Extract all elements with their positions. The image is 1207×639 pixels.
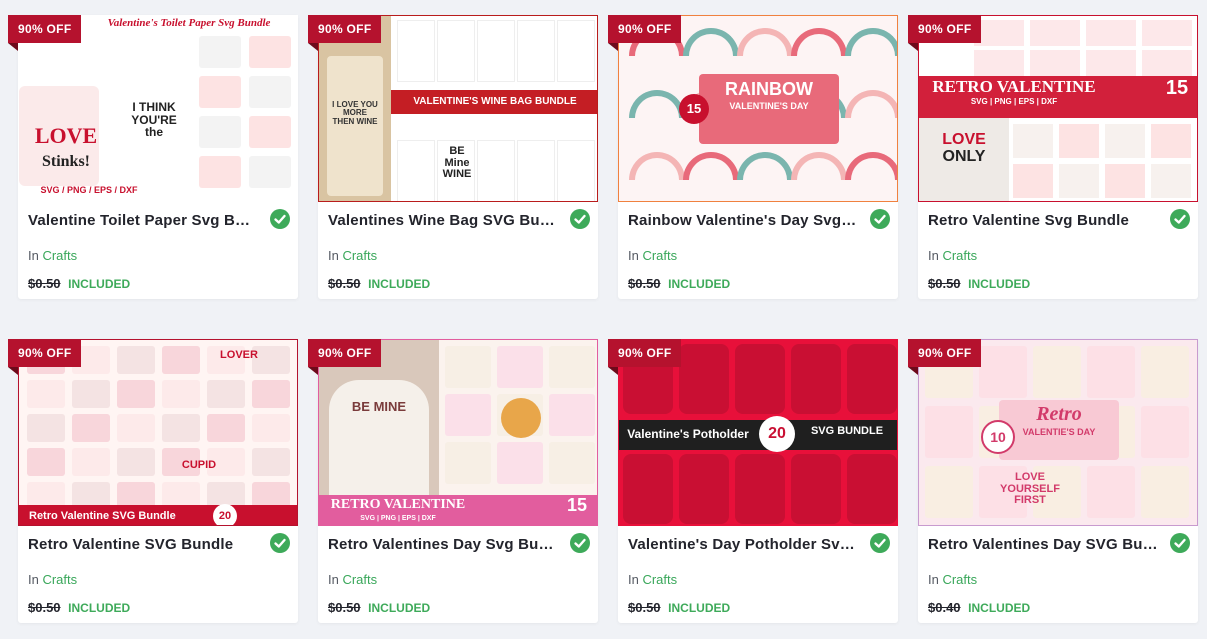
product-title[interactable]: Retro Valentines Day Svg Bundle xyxy=(328,536,558,553)
discount-badge: 90% OFF xyxy=(908,339,982,375)
discount-badge: 90% OFF xyxy=(8,339,82,375)
included-label: INCLUDED xyxy=(368,601,431,615)
check-icon xyxy=(1170,533,1190,553)
thumb-title: RETRO VALENTINE xyxy=(330,498,466,512)
product-title[interactable]: Valentine's Day Potholder Svg Bundle xyxy=(628,536,858,553)
category-link[interactable]: Crafts xyxy=(642,248,677,263)
product-title[interactable]: Valentines Wine Bag SVG Bundle xyxy=(328,212,558,229)
category-prefix: In xyxy=(28,248,39,263)
category-label: In Crafts xyxy=(28,572,77,587)
original-price: $0.50 xyxy=(628,276,661,291)
thumb-love-stinks: LOVE Stinks! xyxy=(34,124,98,171)
original-price: $0.40 xyxy=(928,600,961,615)
product-thumbnail[interactable]: RETRO VALENTINE SVG | PNG | EPS | DXF 15 LO… xyxy=(918,15,1198,202)
thumb-heading: Valentine's Toilet Paper Svg Bundle xyxy=(107,18,271,29)
check-icon xyxy=(1170,209,1190,229)
product-card[interactable]: Valentine's Toilet Paper Svg Bundle LOVE S… xyxy=(8,15,298,299)
discount-badge: 90% OFF xyxy=(8,15,82,51)
category-label: In Crafts xyxy=(628,572,677,587)
thumb-title: RETRO VALENTINE xyxy=(932,78,1096,96)
product-title[interactable]: Retro Valentine SVG Bundle xyxy=(28,536,258,553)
category-link[interactable]: Crafts xyxy=(42,572,77,587)
category-label: In Crafts xyxy=(628,248,677,263)
category-link[interactable]: Crafts xyxy=(942,572,977,587)
product-thumbnail[interactable]: LOVER CUPID Retro Valentine SVG Bundle 20 xyxy=(18,339,298,526)
check-icon xyxy=(570,533,590,553)
price-row: $0.50 INCLUDED xyxy=(328,276,430,291)
price-row: $0.50 INCLUDED xyxy=(28,600,130,615)
discount-badge: 90% OFF xyxy=(308,339,382,375)
category-label: In Crafts xyxy=(928,572,977,587)
discount-badge: 90% OFF xyxy=(308,15,382,51)
check-icon xyxy=(270,533,290,553)
product-thumbnail[interactable]: I LOVE YOU MORE THEN WINE VALENTINE'S WINE … xyxy=(318,15,598,202)
category-link[interactable]: Crafts xyxy=(942,248,977,263)
price-row: $0.50 INCLUDED xyxy=(628,276,730,291)
original-price: $0.50 xyxy=(928,276,961,291)
thumb-formats: SVG / PNG / EPS / DXF xyxy=(40,186,138,195)
price-row: $0.50 INCLUDED xyxy=(328,600,430,615)
included-label: INCLUDED xyxy=(968,601,1031,615)
discount-badge: 90% OFF xyxy=(608,339,682,375)
product-card[interactable]: Valentine's Potholder 20 SVG BUNDLE 90% OF… xyxy=(608,339,898,623)
product-thumbnail[interactable]: Valentine's Potholder 20 SVG BUNDLE xyxy=(618,339,898,526)
category-label: In Crafts xyxy=(328,572,377,587)
product-card[interactable]: I LOVE YOU MORE THEN WINE VALENTINE'S WINE … xyxy=(308,15,598,299)
included-label: INCLUDED xyxy=(668,277,731,291)
category-link[interactable]: Crafts xyxy=(42,248,77,263)
thumb-title: Retro xyxy=(1036,404,1082,425)
original-price: $0.50 xyxy=(628,600,661,615)
thumb-phrase: I THINK YOU'RE the xyxy=(131,101,177,139)
discount-badge: 90% OFF xyxy=(608,15,682,51)
check-icon xyxy=(870,209,890,229)
product-title[interactable]: Valentine Toilet Paper Svg Bundle xyxy=(28,212,258,229)
original-price: $0.50 xyxy=(328,600,361,615)
product-thumbnail[interactable]: Retro VALENTIE'S DAY 10 LOVE YOURSELF FIRST xyxy=(918,339,1198,526)
original-price: $0.50 xyxy=(328,276,361,291)
category-prefix: In xyxy=(628,572,639,587)
price-row: $0.50 INCLUDED xyxy=(928,276,1030,291)
product-card[interactable]: BE MINE RETRO VALENTINE SVG | PNG | EPS | … xyxy=(308,339,598,623)
category-prefix: In xyxy=(928,248,939,263)
price-row: $0.40 INCLUDED xyxy=(928,600,1030,615)
thumb-banner: VALENTINE'S WINE BAG BUNDLE xyxy=(391,90,597,114)
product-title[interactable]: Rainbow Valentine's Day Svg Bundle xyxy=(628,212,858,229)
check-icon xyxy=(870,533,890,553)
category-link[interactable]: Crafts xyxy=(342,572,377,587)
product-thumbnail[interactable]: Valentine's Toilet Paper Svg Bundle LOVE S… xyxy=(18,15,298,202)
included-label: INCLUDED xyxy=(668,601,731,615)
check-icon xyxy=(270,209,290,229)
category-label: In Crafts xyxy=(328,248,377,263)
category-prefix: In xyxy=(328,572,339,587)
price-row: $0.50 INCLUDED xyxy=(628,600,730,615)
original-price: $0.50 xyxy=(28,276,61,291)
product-title[interactable]: Retro Valentines Day SVG Bundle xyxy=(928,536,1158,553)
category-link[interactable]: Crafts xyxy=(642,572,677,587)
included-label: INCLUDED xyxy=(968,277,1031,291)
category-prefix: In xyxy=(28,572,39,587)
discount-badge: 90% OFF xyxy=(908,15,982,51)
category-label: In Crafts xyxy=(928,248,977,263)
product-card[interactable]: RAINBOW VALENTINE'S DAY 15 90% OFF Rainbow… xyxy=(608,15,898,299)
category-prefix: In xyxy=(928,572,939,587)
price-row: $0.50 INCLUDED xyxy=(28,276,130,291)
included-label: INCLUDED xyxy=(68,601,131,615)
thumb-title: Valentine's Potholder xyxy=(627,428,749,441)
product-thumbnail[interactable]: RAINBOW VALENTINE'S DAY 15 xyxy=(618,15,898,202)
thumb-title: RAINBOW xyxy=(725,80,813,99)
category-prefix: In xyxy=(328,248,339,263)
included-label: INCLUDED xyxy=(68,277,131,291)
product-card[interactable]: Retro VALENTIE'S DAY 10 LOVE YOURSELF FIRST… xyxy=(908,339,1198,623)
category-link[interactable]: Crafts xyxy=(342,248,377,263)
product-thumbnail[interactable]: BE MINE RETRO VALENTINE SVG | PNG | EPS | … xyxy=(318,339,598,526)
category-prefix: In xyxy=(628,248,639,263)
original-price: $0.50 xyxy=(28,600,61,615)
included-label: INCLUDED xyxy=(368,277,431,291)
product-card[interactable]: RETRO VALENTINE SVG | PNG | EPS | DXF 15 LO… xyxy=(908,15,1198,299)
category-label: In Crafts xyxy=(28,248,77,263)
product-title[interactable]: Retro Valentine Svg Bundle xyxy=(928,212,1158,229)
thumb-banner: Retro Valentine SVG Bundle xyxy=(19,505,297,525)
check-icon xyxy=(570,209,590,229)
product-card[interactable]: LOVER CUPID Retro Valentine SVG Bundle 20 9… xyxy=(8,339,298,623)
